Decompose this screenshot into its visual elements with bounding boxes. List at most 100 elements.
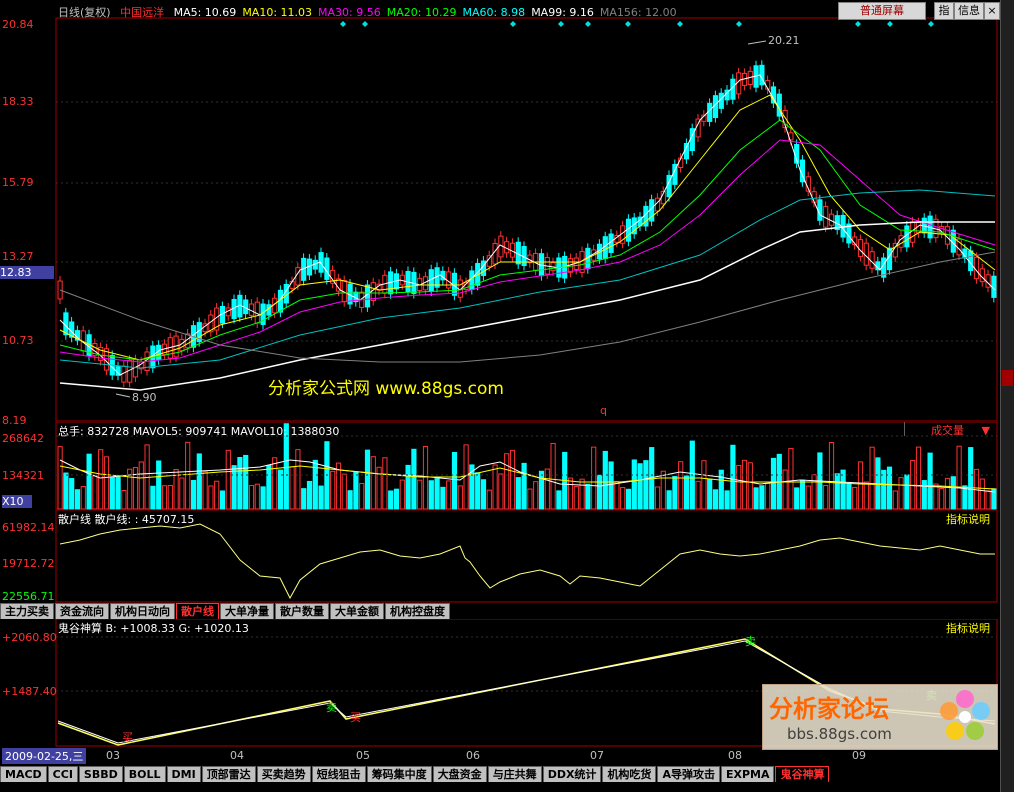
volume-bar xyxy=(422,445,429,510)
volume-bar xyxy=(428,480,434,510)
buy-signal-2: 买 xyxy=(350,711,361,724)
volume-bar xyxy=(625,488,632,510)
month-label: 03 xyxy=(106,749,120,762)
indicator-tab-5[interactable]: 散户数量 xyxy=(275,603,329,619)
indicator-tab-3[interactable]: 散户线 xyxy=(176,603,219,619)
bottom-tab-12[interactable]: 机构吃货 xyxy=(602,766,657,782)
indicator-tab-0[interactable]: 主力买卖 xyxy=(0,603,54,619)
bottom-tab-4[interactable]: DMI xyxy=(166,766,201,782)
bottom-tab-3[interactable]: BOLL xyxy=(123,766,166,782)
volume-bar xyxy=(272,457,278,510)
price-tick-2: 18.33 xyxy=(2,95,34,108)
indicator-tab-1[interactable]: 资金流向 xyxy=(55,603,109,619)
volume-bar xyxy=(521,462,527,510)
volume-bar xyxy=(538,470,545,510)
volume-bar xyxy=(457,485,463,510)
info-button[interactable]: 信息 xyxy=(954,2,984,20)
volume-bar xyxy=(933,483,939,510)
right-scrollbar[interactable] xyxy=(1000,0,1014,792)
indicator-tab-2[interactable]: 机构日动向 xyxy=(110,603,175,619)
volume-bar xyxy=(643,460,649,510)
volume-bar xyxy=(254,483,260,510)
volume-bar xyxy=(556,490,562,510)
volume-panel[interactable]: 总手: 832728 MAVOL5: 909741 MAVOL10: 13880… xyxy=(0,422,1000,510)
volume-bar xyxy=(701,460,707,510)
screen-mode-button[interactable]: 普通屏幕 xyxy=(838,2,926,20)
main-price-panel[interactable]: 日线(复权) 中国远洋 MA5: 10.69 MA10: 11.03 MA30: 9… xyxy=(0,0,1000,427)
bottom-tab-5[interactable]: 顶部雷达 xyxy=(201,766,256,782)
volume-bar xyxy=(898,477,904,510)
ma-label: MA60: 8.98 xyxy=(462,6,526,19)
sanhu-panel[interactable]: 散户线 散户线: : 45707.15 指标说明 61982.14 19712.… xyxy=(0,510,1000,603)
bottom-tab-6[interactable]: 买卖趋势 xyxy=(256,766,311,782)
volume-bar xyxy=(683,475,690,510)
volume-bar xyxy=(724,490,730,510)
bottom-tab-2[interactable]: SBBD xyxy=(78,766,123,782)
volume-bar xyxy=(927,452,933,510)
volume-bar xyxy=(637,463,643,510)
volume-bar xyxy=(939,487,945,510)
bottom-tab-8[interactable]: 筹码集中度 xyxy=(366,766,432,782)
bottom-tab-15[interactable]: 鬼谷神算 xyxy=(775,766,830,782)
bottom-tab-13[interactable]: A导弹攻击 xyxy=(657,766,720,782)
volume-bar xyxy=(353,471,359,510)
guigu-title: 鬼谷神算 B: +1008.33 G: +1020.13 xyxy=(58,622,249,635)
volume-bar xyxy=(904,474,910,510)
volume-bar xyxy=(811,474,817,510)
price-tick-4: 13.27 xyxy=(2,250,34,263)
volume-bar xyxy=(295,449,301,510)
scroll-thumb[interactable] xyxy=(1002,370,1013,386)
volume-bar xyxy=(364,449,371,510)
volume-bar xyxy=(805,485,811,510)
indicator-tab-4[interactable]: 大单净量 xyxy=(220,603,274,619)
volume-bar xyxy=(950,476,956,510)
sanhu-help-link[interactable]: 指标说明 xyxy=(946,511,990,527)
volume-bar xyxy=(382,457,388,510)
indicator-tab-6[interactable]: 大单金额 xyxy=(330,603,384,619)
volume-bar xyxy=(63,472,69,510)
indicator-tab-7[interactable]: 机构控盘度 xyxy=(385,603,450,619)
volume-bar xyxy=(486,489,492,510)
sanhu-title: 散户线 散户线: : 45707.15 xyxy=(58,513,195,526)
bottom-tab-9[interactable]: 大盘资金 xyxy=(432,766,487,782)
volume-bar xyxy=(98,449,104,510)
volume-bar xyxy=(208,485,214,510)
bottom-tab-7[interactable]: 短线狙击 xyxy=(311,766,366,782)
volume-bar xyxy=(434,478,440,510)
volume-selector[interactable]: 成交量 ▼ xyxy=(904,422,997,437)
ma-label: MA30: 9.56 xyxy=(318,6,381,19)
bottom-tab-14[interactable]: EXPMA xyxy=(720,766,775,782)
volume-bar xyxy=(741,459,748,510)
ma-label: MA10: 11.03 xyxy=(242,6,313,19)
candle-body xyxy=(817,199,823,221)
candle-body xyxy=(886,247,893,271)
ma156-line xyxy=(59,251,996,363)
volume-bar xyxy=(451,451,458,510)
volume-bar xyxy=(591,446,597,510)
volume-bar xyxy=(260,486,266,510)
bottom-tab-0[interactable]: MACD xyxy=(0,766,47,782)
close-icon[interactable]: × xyxy=(984,2,1000,20)
high-price-label: 20.21 xyxy=(768,34,800,47)
volume-bar xyxy=(631,459,637,510)
forum-watermark: 分析家论坛 bbs.88gs.com xyxy=(762,684,998,750)
zhi-button[interactable]: 指 xyxy=(934,2,954,20)
volume-bar xyxy=(393,488,400,510)
volume-bar xyxy=(852,486,858,510)
guigu-help-link[interactable]: 指标说明 xyxy=(946,620,990,636)
volume-bar xyxy=(527,488,533,510)
volume-bar xyxy=(585,483,591,510)
volume-bar xyxy=(289,466,295,510)
volume-bar xyxy=(219,490,226,510)
bottom-tab-1[interactable]: CCI xyxy=(47,766,78,782)
volume-bar xyxy=(712,489,719,510)
bottom-tab-10[interactable]: 与庄共舞 xyxy=(487,766,542,782)
volume-bar xyxy=(846,483,852,510)
volume-bar xyxy=(92,475,98,510)
bottom-tab-11[interactable]: DDX统计 xyxy=(542,766,602,782)
volume-bar xyxy=(799,479,806,510)
volume-bar xyxy=(921,480,927,510)
volume-bar xyxy=(103,456,110,510)
month-label: 06 xyxy=(466,749,480,762)
dropdown-arrow-icon[interactable]: ▼ xyxy=(982,424,990,437)
